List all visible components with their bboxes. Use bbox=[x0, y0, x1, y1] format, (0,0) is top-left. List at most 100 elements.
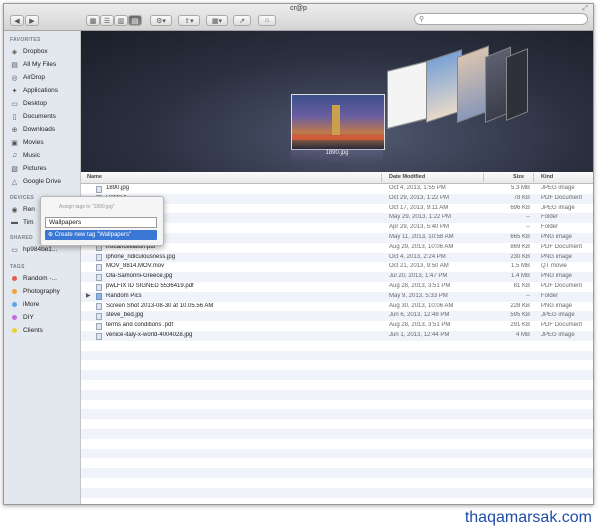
cell-date: Aug 29, 2013, 10:06 AM bbox=[389, 243, 454, 250]
sidebar-item-downloads[interactable]: ⊕ Downloads bbox=[10, 124, 78, 135]
cell-date: Jun 6, 2013, 12:48 PM bbox=[389, 312, 450, 319]
music-icon: ♫ bbox=[11, 152, 18, 159]
table-row[interactable]: Screen Shot 2013-08-30 at 10.05.56 AM Aug… bbox=[81, 302, 593, 312]
column-header-date[interactable]: Date Modified bbox=[389, 174, 425, 180]
column-view-button[interactable]: ▥ bbox=[114, 15, 128, 26]
column-headers: Name Date Modified Size Kind bbox=[81, 172, 593, 184]
cell-size: 81 KB bbox=[513, 283, 530, 289]
cell-name: venice-italy-x-world-4004028.jpg bbox=[106, 332, 193, 338]
file-icon bbox=[96, 273, 102, 281]
cell-date: Aug 28, 2013, 3:51 PM bbox=[389, 322, 451, 329]
cell-size: -- bbox=[526, 224, 530, 231]
empty-row bbox=[81, 419, 593, 429]
sidebar-item-documents[interactable]: ▯ Documents bbox=[10, 111, 78, 122]
cell-date: May 11, 2013, 10:58 AM bbox=[389, 234, 454, 240]
table-row[interactable]: pwLFIX ID SIGNED 5536419.pdf Aug 28, 2013… bbox=[81, 282, 593, 292]
share-icon: ⇪▾ bbox=[184, 17, 194, 25]
sidebar-tag-diy[interactable]: DIY bbox=[10, 312, 78, 323]
sidebar-item-music[interactable]: ♫ Music bbox=[10, 150, 78, 161]
table-row[interactable]: 1890.jpg Oct 4, 2013, 1:55 PM 5.3 MB JPEG i… bbox=[81, 184, 593, 194]
icon-view-button[interactable]: ▦ bbox=[86, 15, 100, 26]
list-view-button[interactable]: ☰ bbox=[100, 15, 114, 26]
sidebar-item-airdrop[interactable]: ◎ AirDrop bbox=[10, 72, 78, 83]
sidebar-item-movies[interactable]: ▣ Movies bbox=[10, 137, 78, 148]
big-ben-tower bbox=[332, 105, 340, 139]
column-header-kind[interactable]: Kind bbox=[541, 174, 553, 180]
sidebar-header-favorites: FAVORITES bbox=[10, 37, 41, 43]
cell-name: MOV_8814.MOV.mov bbox=[106, 263, 165, 270]
search-input[interactable] bbox=[429, 14, 583, 26]
downloads-icon: ⊕ bbox=[11, 126, 18, 134]
sidebar-header-devices: DEVICES bbox=[10, 195, 35, 201]
create-tag-option[interactable]: ⊕ Create new tag "Wallpapers" bbox=[45, 230, 157, 240]
cell-size: 869 KB bbox=[510, 243, 530, 250]
sidebar-tag-imore[interactable]: iMore bbox=[10, 299, 78, 310]
watermark-text: thaqamarsak.com bbox=[464, 509, 592, 526]
list-icon: ☰ bbox=[103, 17, 111, 25]
column-header-name[interactable]: Name bbox=[87, 174, 102, 180]
back-button[interactable]: ◀ bbox=[10, 15, 24, 26]
tag-input[interactable]: Wallpapers bbox=[45, 217, 157, 228]
sidebar-item-label: Applications bbox=[23, 87, 59, 94]
disk-icon: ◉ bbox=[11, 206, 18, 214]
cell-kind: Folder bbox=[541, 292, 559, 299]
sidebar-item-desktop[interactable]: ▭ Desktop bbox=[10, 98, 78, 109]
table-row[interactable]: steve_bed.jpg Jun 6, 2013, 12:48 PM 595 KB… bbox=[81, 311, 593, 322]
table-row[interactable]: terms and conditions .pdf Aug 28, 2013, 3… bbox=[81, 321, 593, 331]
share-button[interactable]: ⇪▾ bbox=[178, 15, 200, 26]
file-icon bbox=[96, 312, 102, 320]
cell-size: 595 KB bbox=[510, 312, 530, 319]
cell-kind: PNG image bbox=[541, 234, 573, 240]
coverflow-thumbnail[interactable] bbox=[506, 48, 528, 122]
sidebar-tag-photography[interactable]: Photography bbox=[10, 286, 78, 297]
file-icon bbox=[96, 254, 102, 262]
cover-flow-button[interactable]: ▤ bbox=[128, 15, 142, 26]
sidebar-item-label: Ren bbox=[23, 206, 35, 213]
table-row[interactable]: MOV_8814.MOV.mov Oct 21, 2013, 9:50 AM 1.5… bbox=[81, 262, 593, 272]
cell-size: -- bbox=[526, 214, 530, 221]
column-divider[interactable] bbox=[483, 173, 484, 182]
path-button[interactable]: ↗ bbox=[233, 15, 251, 26]
column-divider[interactable] bbox=[533, 173, 534, 182]
empty-row bbox=[81, 400, 593, 410]
search-field[interactable]: ⚲ bbox=[414, 13, 588, 26]
cell-date: May 9, 2013, 5:33 PM bbox=[389, 292, 448, 299]
table-row[interactable]: Ola-Samorini-Greece.jpg Jul 20, 2013, 1:4… bbox=[81, 272, 593, 282]
forward-button[interactable]: ▶ bbox=[25, 15, 39, 26]
coverflow-selected-image[interactable] bbox=[291, 94, 385, 150]
sidebar-header-tags: TAGS bbox=[10, 264, 25, 270]
sidebar-item-applications[interactable]: ✦ Applications bbox=[10, 85, 78, 96]
table-row[interactable]: ▶ Random Pics May 9, 2013, 5:33 PM -- Folder bbox=[81, 291, 593, 302]
action-button[interactable]: ⚙▾ bbox=[150, 15, 172, 26]
cell-kind: JPEG image bbox=[541, 332, 575, 338]
grid-icon: ▦ bbox=[89, 17, 97, 25]
table-row[interactable]: iphone_ridiculousness.jpg Oct 4, 2013, 2:… bbox=[81, 252, 593, 263]
cell-date: Apr 29, 2013, 5:40 PM bbox=[389, 224, 450, 231]
sidebar-item-label: DIY bbox=[23, 314, 34, 321]
airdrop-icon: ◎ bbox=[11, 74, 18, 82]
cell-kind: JPEG image bbox=[541, 312, 575, 319]
sidebar-item-dropbox[interactable]: ◈ Dropbox bbox=[10, 46, 78, 57]
column-divider[interactable] bbox=[381, 173, 382, 182]
column-header-size[interactable]: Size bbox=[513, 174, 524, 180]
sidebar-item-all-my-files[interactable]: ▤ All My Files bbox=[10, 59, 78, 70]
sidebar-item-google-drive[interactable]: △ Google Drive bbox=[10, 176, 78, 187]
tag-button[interactable]: ⌂ bbox=[258, 15, 276, 26]
tag-popover: Assign tags to "1890.jpg" Wallpapers ⊕ C… bbox=[40, 196, 164, 246]
coverflow-icon: ▤ bbox=[131, 17, 139, 25]
sidebar-tag-clients[interactable]: Clients bbox=[10, 325, 78, 336]
disclosure-triangle-icon[interactable]: ▶ bbox=[86, 292, 91, 299]
arrange-button[interactable]: ▦▾ bbox=[206, 15, 228, 26]
sidebar-item-label: Dropbox bbox=[23, 48, 48, 55]
plus-circle-icon: ⊕ bbox=[48, 232, 55, 238]
sidebar-item-pictures[interactable]: ▧ Pictures bbox=[10, 163, 78, 174]
sidebar-tag-random[interactable]: Random -... bbox=[10, 273, 78, 284]
cell-kind: PDF Document bbox=[541, 283, 583, 289]
fullscreen-icon[interactable]: ⤢ bbox=[582, 5, 588, 13]
table-row[interactable]: venice-italy-x-world-4004028.jpg Jun 1, 2… bbox=[81, 331, 593, 341]
columns-icon: ▥ bbox=[117, 17, 125, 25]
file-icon bbox=[96, 332, 102, 340]
cell-date: Oct 29, 2013, 1:22 PM bbox=[389, 194, 450, 201]
cover-flow-view[interactable]: 1890.jpg bbox=[81, 31, 593, 172]
cell-kind: PNG image bbox=[541, 273, 573, 280]
